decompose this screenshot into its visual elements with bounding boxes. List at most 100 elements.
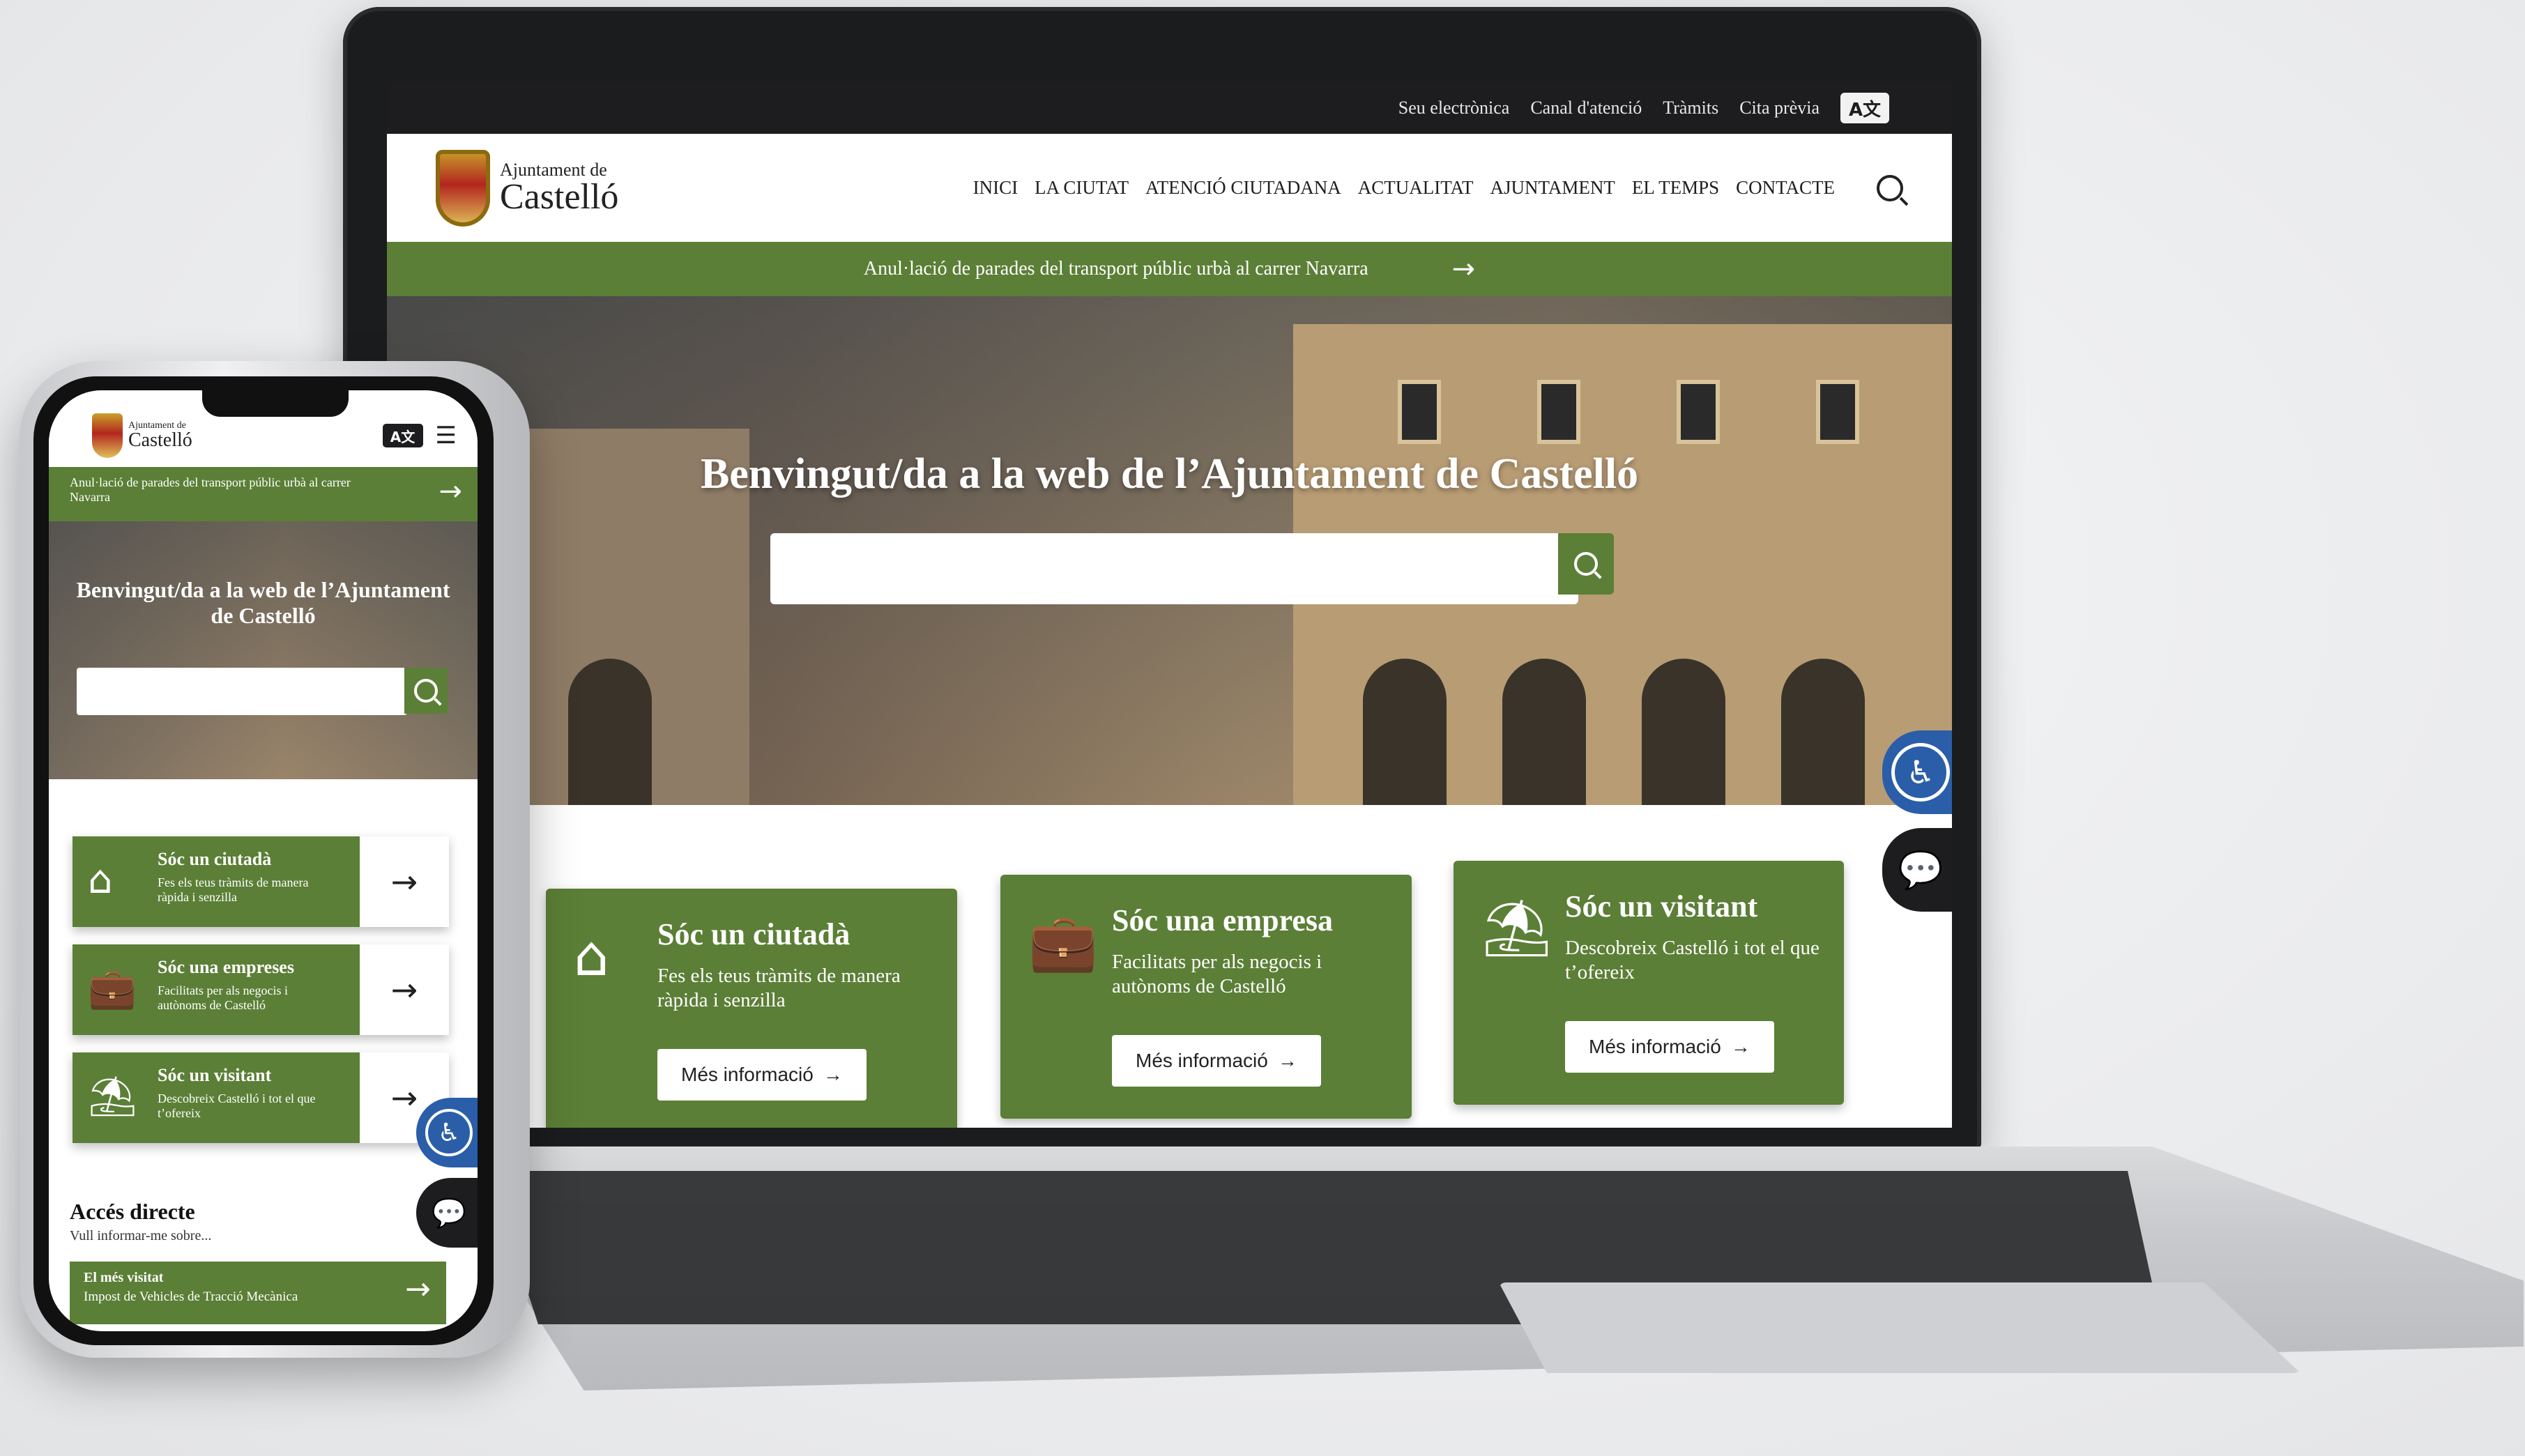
arrow-right-icon: → — [1730, 1036, 1750, 1057]
mobile-alert-banner[interactable]: Anul·lació de parades del transport públ… — [49, 467, 478, 521]
brand-wordmark[interactable]: Ajuntament de Castelló — [500, 159, 619, 217]
card-title: Sóc un visitant — [1565, 889, 1758, 924]
nav-atencio-ciutadana[interactable]: ATENCIÓ CIUTADANA — [1145, 177, 1341, 199]
brand-big: Castelló — [500, 176, 619, 217]
nav-actualitat[interactable]: ACTUALITAT — [1358, 177, 1474, 199]
card-title: Sóc una empresa — [1112, 903, 1333, 937]
alert-banner[interactable]: Anul·lació de parades del transport públ… — [387, 242, 1952, 296]
hero-search-input[interactable] — [77, 668, 407, 715]
nav-inici[interactable]: INICI — [973, 177, 1018, 199]
hero-window — [1677, 380, 1720, 444]
arrow-right-icon[interactable]: → — [360, 836, 449, 927]
accessibility-icon: ♿ — [425, 1109, 473, 1156]
hero-window — [1537, 380, 1580, 444]
more-info-button[interactable]: Més informació → — [657, 1049, 867, 1101]
chat-button[interactable]: 💬 — [1882, 828, 1952, 912]
accessibility-icon: ♿ — [1891, 743, 1950, 802]
accessibility-button[interactable]: ♿ — [416, 1098, 478, 1167]
language-icon[interactable]: A文 — [1840, 93, 1889, 123]
hero-section: Benvingut/da a la web de l’Ajuntament de… — [387, 296, 1952, 805]
card-desc: Facilitats per als negocis i autònoms de… — [158, 983, 288, 1012]
briefcase-icon: 💼 — [88, 966, 137, 1011]
arrow-right-icon: → — [438, 475, 462, 507]
hero-title: Benvingut/da a la web de l’Ajuntament de… — [700, 450, 1639, 498]
brand-small: Ajuntament de — [500, 159, 607, 180]
home-icon: ⌂ — [574, 924, 609, 988]
hero-arch — [1781, 659, 1865, 805]
alert-text: Anul·lació de parades del transport públ… — [863, 258, 1368, 279]
card-title: Sóc un ciutadà — [158, 849, 272, 869]
card-visitant[interactable]: ⛱ Sóc un visitant Descobreix Castelló i … — [1454, 861, 1844, 1105]
link-cita-previa[interactable]: Cita prèvia — [1739, 98, 1820, 118]
nav-la-ciutat[interactable]: LA CIUTAT — [1035, 177, 1129, 199]
profile-cards: ⌂ Sóc un ciutadà Fes els teus tràmits de… — [387, 805, 1952, 1128]
search-icon — [1574, 552, 1598, 576]
card-title: Sóc una empreses — [158, 957, 294, 977]
beach-umbrella-icon: ⛱ — [1481, 896, 1553, 960]
briefcase-icon: 💼 — [1028, 910, 1098, 974]
card-desc: Descobreix Castelló i tot el que t’ofere… — [158, 1091, 316, 1120]
card-desc: Facilitats per als negocis i autònoms de… — [1112, 951, 1322, 997]
hero-arch — [1502, 659, 1586, 805]
city-crest-logo[interactable] — [436, 149, 490, 227]
quick-access-card[interactable]: El més visitat Impost de Vehicles de Tra… — [70, 1262, 446, 1324]
utility-bar: Seu electrònica Canal d'atenció Tràmits … — [387, 82, 1952, 134]
quick-access-title: Accés directe — [70, 1199, 195, 1224]
arrow-right-icon: → — [1451, 253, 1476, 285]
brand-wordmark[interactable]: Ajuntament de Castelló — [128, 421, 192, 450]
arrow-right-icon[interactable]: → — [360, 944, 449, 1035]
mobile-card-empresa[interactable]: 💼 Sóc una empreses Facilitats per als ne… — [73, 944, 449, 1035]
hero-search-button[interactable] — [404, 668, 448, 714]
brand-big: Castelló — [128, 429, 192, 451]
mobile-hero: Benvingut/da a la web de l’Ajuntament de… — [49, 521, 478, 779]
hamburger-menu-icon[interactable]: ☰ — [436, 422, 457, 450]
card-empresa[interactable]: 💼 Sóc una empresa Facilitats per als neg… — [1000, 875, 1412, 1119]
quick-access-subtitle: Vull informar-me sobre... — [70, 1228, 212, 1243]
hero-window — [1816, 380, 1859, 444]
hero-search-button[interactable] — [1558, 533, 1614, 595]
main-nav: INICI LA CIUTAT ATENCIÓ CIUTADANA ACTUAL… — [973, 174, 1903, 201]
accessibility-button[interactable]: ♿ — [1882, 730, 1952, 814]
mobile-card-visitant[interactable]: ⛱ Sóc un visitant Descobreix Castelló i … — [73, 1052, 449, 1143]
laptop-trackpad — [1499, 1282, 2301, 1373]
chat-button[interactable]: 💬 — [416, 1178, 478, 1248]
arrow-right-icon: → — [823, 1064, 843, 1085]
alert-text: Anul·lació de parades del transport públ… — [70, 475, 351, 504]
button-label: Més informació — [1589, 1036, 1721, 1057]
more-info-button[interactable]: Més informació → — [1565, 1021, 1774, 1073]
button-label: Més informació — [1136, 1050, 1268, 1071]
phone-notch — [202, 390, 349, 417]
quick-card-title: El més visitat — [84, 1270, 164, 1285]
link-tramits[interactable]: Tràmits — [1663, 98, 1718, 118]
more-info-button[interactable]: Més informació → — [1112, 1035, 1321, 1087]
site-header: Ajuntament de Castelló INICI LA CIUTAT A… — [387, 134, 1952, 242]
mobile-header-tools: A文 ☰ — [382, 422, 457, 450]
chat-icon: 💬 — [1898, 849, 1944, 891]
hero-window — [1398, 380, 1441, 444]
quick-card-desc: Impost de Vehicles de Tracció Mecànica — [84, 1289, 298, 1304]
card-desc: Fes els teus tràmits de manera ràpida i … — [657, 965, 901, 1011]
link-canal-atencio[interactable]: Canal d'atenció — [1530, 98, 1642, 118]
nav-contacte[interactable]: CONTACTE — [1736, 177, 1835, 199]
nav-el-temps[interactable]: EL TEMPS — [1632, 177, 1719, 199]
arrow-right-icon: → — [1277, 1050, 1297, 1071]
hero-arch — [1363, 659, 1447, 805]
mobile-card-ciutada[interactable]: ⌂ Sóc un ciutadà Fes els teus tràmits de… — [73, 836, 449, 927]
card-desc: Fes els teus tràmits de manera ràpida i … — [158, 875, 309, 904]
language-icon[interactable]: A文 — [382, 424, 423, 447]
city-crest-logo[interactable] — [92, 413, 123, 458]
phone-screen: Ajuntament de Castelló A文 ☰ Anul·lació d… — [49, 390, 478, 1331]
laptop-screen: Seu electrònica Canal d'atenció Tràmits … — [387, 82, 1952, 1128]
link-seu-electronica[interactable]: Seu electrònica — [1398, 98, 1510, 118]
card-desc: Descobreix Castelló i tot el que t’ofere… — [1565, 937, 1820, 983]
search-icon[interactable] — [1877, 174, 1903, 201]
hero-search-input[interactable] — [770, 533, 1578, 604]
hero-arch — [1642, 659, 1725, 805]
nav-ajuntament[interactable]: AJUNTAMENT — [1490, 177, 1615, 199]
card-ciutada[interactable]: ⌂ Sóc un ciutadà Fes els teus tràmits de… — [546, 889, 957, 1128]
home-icon: ⌂ — [88, 857, 113, 903]
beach-umbrella-icon: ⛱ — [88, 1074, 138, 1119]
arrow-right-icon: → — [405, 1271, 431, 1307]
card-title: Sóc un ciutadà — [657, 917, 850, 951]
search-icon — [414, 679, 438, 703]
